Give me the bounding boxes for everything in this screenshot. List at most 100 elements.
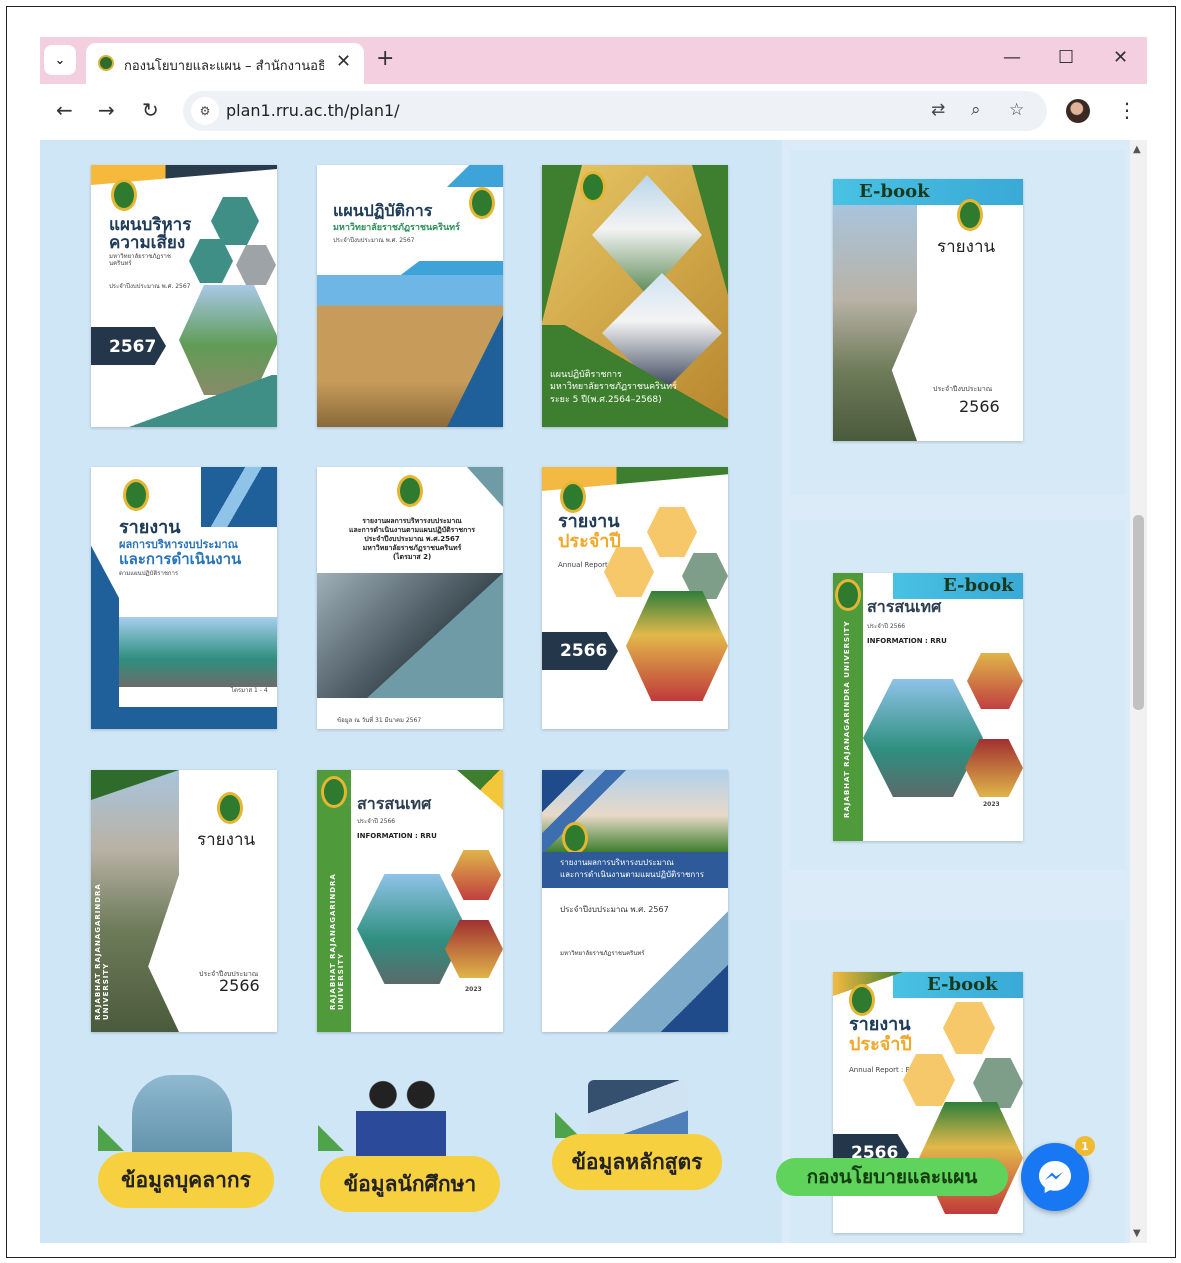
book-cover-annual-report[interactable]: รายงาน ประจำปี Annual Report : RRU 2566 xyxy=(542,467,728,729)
book-cover-performance-report[interactable]: รายงาน ผลการบริหารงบประมาณ และการดำเนินง… xyxy=(91,467,277,729)
close-tab-icon[interactable]: ✕ xyxy=(336,51,351,72)
ebook-title: รายงาน xyxy=(937,237,996,257)
active-tab[interactable]: กองนโยบายและแผน – สำนักงานอธิก ✕ xyxy=(86,43,364,84)
book-subtitle: มหาวิทยาลัยราชภัฏราชนครินทร์ xyxy=(109,253,171,268)
book-year: 2566 xyxy=(219,976,260,995)
university-logo xyxy=(849,984,875,1016)
tab-title: กองนโยบายและแผน – สำนักงานอธิก xyxy=(124,59,324,74)
students-photo xyxy=(626,591,728,701)
messenger-icon xyxy=(1039,1161,1071,1193)
book-title: (ไตรมาส 2) xyxy=(392,553,432,561)
book-title: มหาวิทยาลัยราชภัฏราชนครินทร์ xyxy=(362,544,462,552)
ebook-badge: E-book xyxy=(893,972,1023,998)
scroll-down-icon[interactable]: ▼ xyxy=(1133,1228,1141,1239)
cover-stripe xyxy=(400,261,503,275)
book-subtitle: ตามแผนปฏิบัติราชการ xyxy=(119,570,179,577)
ebook-badge: E-book xyxy=(893,573,1023,599)
browser-toolbar: ← → ↻ ⚙ plan1.rru.ac.th/plan1/ ⇄ ⌕ ☆ ⋮ xyxy=(40,84,1147,140)
book-title: แผนปฏิบัติราชการ xyxy=(550,370,622,380)
decor-hexagon xyxy=(903,1054,955,1106)
sidebar-ebook-information[interactable]: E-book RAJABHAT RAJANAGARINDRA UNIVERSIT… xyxy=(833,573,1023,841)
book-note: ประจำปีงบประมาณ พ.ศ. 2567 xyxy=(109,283,191,290)
book-cover-strategic-plan[interactable]: แผนปฏิบัติราชการ มหาวิทยาลัยราชภัฏราชนคร… xyxy=(542,165,728,427)
book-year: 2567 xyxy=(109,337,157,357)
book-title: สารสนเทศ xyxy=(357,794,432,813)
book-cover-information[interactable]: RAJABHAT RAJANAGARINDRA UNIVERSITY สารสน… xyxy=(317,770,503,1032)
ebook-year: 2023 xyxy=(983,801,1000,808)
book-cover-risk-plan[interactable]: แผนบริหาร ความเสี่ยง มหาวิทยาลัยราชภัฏรา… xyxy=(91,165,277,427)
site-info-icon[interactable]: ⚙ xyxy=(191,97,219,125)
sidebar-ebook-report[interactable]: E-book รายงาน ประจำปีงบประมาณ 2566 xyxy=(833,179,1023,441)
book-cover-budget-report[interactable]: รายงานผลการบริหารงบประมาณ และการดำเนินงา… xyxy=(542,770,728,1032)
ebook-subtitle: ประจำปี 2566 xyxy=(867,623,906,630)
building-photo xyxy=(119,617,277,687)
favicon-icon xyxy=(98,55,114,71)
cover-stripe xyxy=(467,467,503,507)
forward-button[interactable]: → xyxy=(98,98,115,122)
university-logo xyxy=(560,481,586,513)
university-logo xyxy=(321,776,347,808)
bookmark-star-icon[interactable]: ☆ xyxy=(1009,100,1024,120)
decor-hexagon xyxy=(973,1058,1023,1108)
minimize-button[interactable]: — xyxy=(1003,47,1021,68)
book-note: ไตรมาส 1 - 4 xyxy=(231,687,268,694)
ebook-badge: E-book xyxy=(833,179,1023,205)
menu-icon[interactable]: ⋮ xyxy=(1117,98,1137,122)
book-title: ประจำปี xyxy=(558,531,621,552)
university-logo xyxy=(217,792,243,824)
cover-stripe xyxy=(91,375,277,427)
ebook-title: รายงาน xyxy=(849,1014,911,1035)
close-window-button[interactable]: ✕ xyxy=(1113,47,1128,68)
address-bar[interactable]: ⚙ plan1.rru.ac.th/plan1/ ⇄ ⌕ ☆ xyxy=(183,91,1047,131)
profile-avatar[interactable] xyxy=(1066,99,1090,123)
book-title: และการดำเนินงาน xyxy=(119,550,242,568)
book-subtitle: มหาวิทยาลัยราชภัฏราชนครินทร์ xyxy=(333,223,460,233)
temple-photo xyxy=(833,205,917,441)
university-logo xyxy=(957,199,983,231)
reload-button[interactable]: ↻ xyxy=(142,98,159,122)
book-title: แผนปฏิบัติการ xyxy=(333,201,433,220)
chat-label[interactable]: กองนโยบายและแผน xyxy=(776,1158,1008,1196)
book-title: ผลการบริหารงบประมาณ xyxy=(119,538,238,551)
building-photo xyxy=(863,679,983,797)
maximize-button[interactable]: ☐ xyxy=(1058,47,1074,68)
book-cover-action-plan[interactable]: แผนปฏิบัติการ มหาวิทยาลัยราชภัฏราชนครินท… xyxy=(317,165,503,427)
ebook-title: สารสนเทศ xyxy=(867,597,942,616)
decor-hexagon xyxy=(211,197,259,245)
url-text[interactable]: plan1.rru.ac.th/plan1/ xyxy=(226,101,400,120)
book-title: ความเสี่ยง xyxy=(109,233,186,253)
chevron-down-icon: ⌄ xyxy=(54,52,66,68)
university-logo xyxy=(562,822,588,854)
book-note: ระยะ 5 ปี(พ.ศ.2564–2568) xyxy=(550,395,662,405)
translate-icon[interactable]: ⇄ xyxy=(931,100,945,120)
tile-corner xyxy=(318,1125,344,1151)
tab-bar: ⌄ กองนโยบายและแผน – สำนักงานอธิก ✕ + — ☐… xyxy=(40,37,1147,84)
personnel-info-label: ข้อมูลบุคลากร xyxy=(98,1152,274,1208)
new-tab-button[interactable]: + xyxy=(376,46,394,71)
zoom-icon[interactable]: ⌕ xyxy=(971,100,981,120)
scroll-up-icon[interactable]: ▲ xyxy=(1133,144,1141,155)
university-logo xyxy=(580,171,606,203)
back-button[interactable]: ← xyxy=(56,98,73,122)
ebook-info: INFORMATION : RRU xyxy=(867,637,947,645)
students-icon xyxy=(356,1075,446,1165)
ebook-year: 2566 xyxy=(959,397,1000,416)
book-note: ข้อมูล ณ วันที่ 31 มีนาคม 2567 xyxy=(337,717,422,724)
book-cover-budget-report-q2[interactable]: รายงานผลการบริหารงบประมาณ และการดำเนินงา… xyxy=(317,467,503,729)
university-vertical-text: RAJABHAT RAJANAGARINDRA UNIVERSITY xyxy=(843,620,851,818)
scroll-thumb[interactable] xyxy=(1133,515,1144,710)
book-title: และการดำเนินงานตามแผนปฏิบัติราชการ xyxy=(560,870,705,879)
university-vertical-text: RAJABHAT RAJANAGARINDRA UNIVERSITY xyxy=(329,873,345,1010)
book-cover-report-2566[interactable]: RAJABHAT RAJANAGARINDRA UNIVERSITY รายงา… xyxy=(91,770,277,1032)
scrollbar[interactable]: ▲ ▼ xyxy=(1130,140,1147,1243)
message-count-badge: 1 xyxy=(1075,1136,1095,1156)
tab-search-button[interactable]: ⌄ xyxy=(44,45,76,75)
university-vertical-text: RAJABHAT RAJANAGARINDRA UNIVERSITY xyxy=(94,883,110,1020)
cover-stripe xyxy=(91,707,277,729)
book-title: รายงาน xyxy=(119,517,181,538)
book-title: และการดำเนินงานตามแผนปฏิบัติราชการ xyxy=(348,526,476,534)
book-title: รายงาน xyxy=(197,830,256,850)
book-title: รายงานผลการบริหารงบประมาณ xyxy=(362,517,462,525)
cover-stripe xyxy=(457,770,503,810)
decor-hexagon xyxy=(604,547,654,597)
